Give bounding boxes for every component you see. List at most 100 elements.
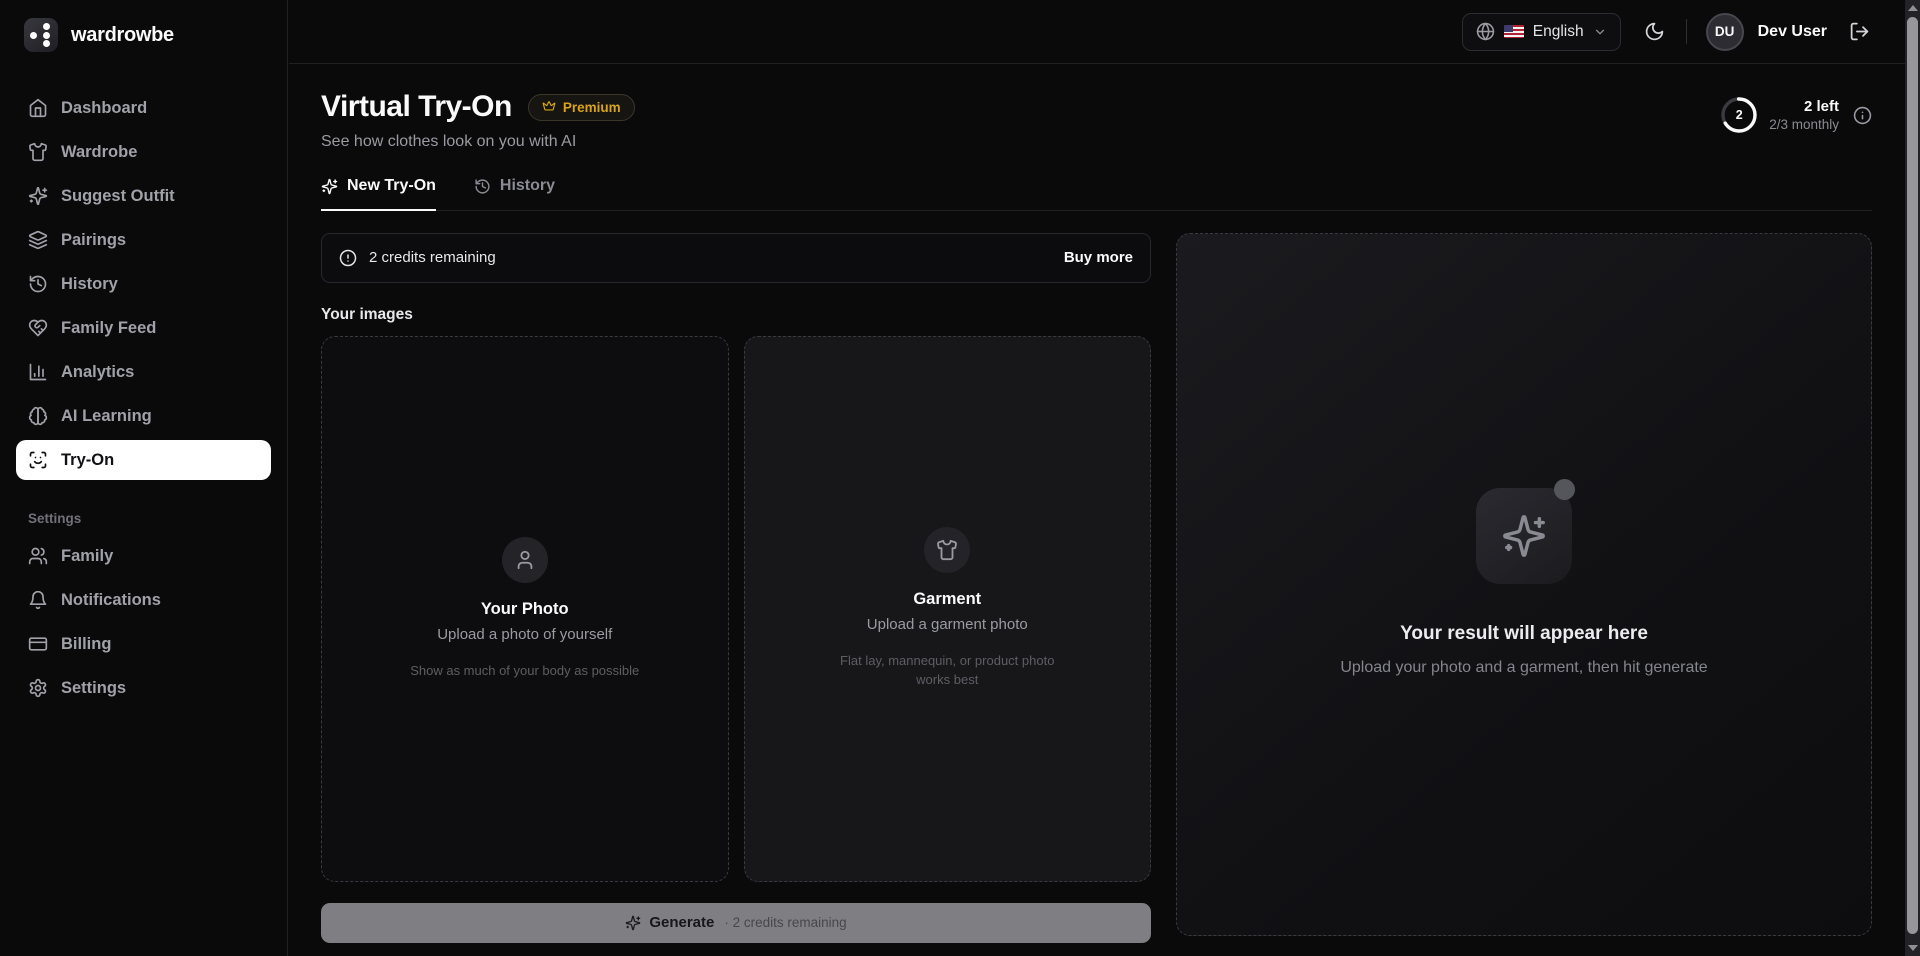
credits-monthly-label: 2/3 monthly <box>1769 117 1839 132</box>
result-placeholder-icon-square <box>1476 488 1572 584</box>
info-icon[interactable] <box>1853 106 1872 125</box>
avatar[interactable]: DU <box>1706 13 1744 51</box>
sidebar-item-label: Dashboard <box>61 99 147 118</box>
sidebar-item-label: Wardrobe <box>61 143 137 162</box>
sidebar-item-ai-learning[interactable]: AI Learning <box>16 396 271 436</box>
crown-icon <box>542 100 556 114</box>
generate-label: Generate <box>649 914 714 931</box>
sidebar-item-label: Suggest Outfit <box>61 187 175 206</box>
sidebar-item-family-feed[interactable]: Family Feed <box>16 308 271 348</box>
columns: 2 credits remaining Buy more Your images… <box>321 233 1872 943</box>
page-title: Virtual Try-On <box>321 90 512 124</box>
heart-handshake-icon <box>28 318 48 338</box>
us-flag-icon <box>1504 25 1524 38</box>
sidebar-item-history[interactable]: History <box>16 264 271 304</box>
sidebar: wardrowbe Dashboard Wardrobe Suggest Out… <box>0 0 288 956</box>
theme-toggle[interactable] <box>1644 21 1665 42</box>
sidebar-item-label: Settings <box>61 679 126 698</box>
garment-dropzone[interactable]: Garment Upload a garment photo Flat lay,… <box>744 336 1152 882</box>
credit-card-icon <box>28 634 48 654</box>
sidebar-item-dashboard[interactable]: Dashboard <box>16 88 271 128</box>
page-head: Virtual Try-On Premium See how clothes l… <box>321 90 1872 151</box>
language-selector[interactable]: English <box>1462 13 1621 51</box>
bell-icon <box>28 590 48 610</box>
sidebar-item-label: Analytics <box>61 363 134 382</box>
sidebar-item-suggest-outfit[interactable]: Suggest Outfit <box>16 176 271 216</box>
generate-button[interactable]: Generate · 2 credits remaining <box>321 903 1151 943</box>
scrollbar-thumb[interactable] <box>1907 17 1918 934</box>
globe-icon <box>1476 22 1495 41</box>
logout-button[interactable] <box>1849 21 1870 42</box>
garment-hint: Flat lay, mannequin, or product photo wo… <box>830 652 1065 690</box>
vertical-scrollbar[interactable] <box>1905 0 1920 956</box>
chevron-down-icon <box>1593 25 1607 39</box>
shirt-icon <box>28 142 48 162</box>
history-icon <box>474 178 491 195</box>
topbar: English DU Dev User <box>289 0 1920 64</box>
person-icon <box>514 549 536 571</box>
result-desc: Upload your photo and a garment, then hi… <box>1340 656 1707 680</box>
generate-credits-suffix: · 2 credits remaining <box>724 915 846 930</box>
sidebar-item-label: Family Feed <box>61 319 156 338</box>
content: Virtual Try-On Premium See how clothes l… <box>289 64 1920 943</box>
result-panel: Your result will appear here Upload your… <box>1176 233 1872 936</box>
garment-title: Garment <box>913 590 981 609</box>
language-label: English <box>1533 23 1584 41</box>
tabs: New Try-On History <box>321 177 1872 211</box>
sparkles-icon <box>321 178 338 195</box>
status-dot <box>1554 479 1575 500</box>
tab-new-try-on[interactable]: New Try-On <box>321 177 436 211</box>
premium-badge: Premium <box>528 94 635 121</box>
sidebar-item-pairings[interactable]: Pairings <box>16 220 271 260</box>
sidebar-item-notifications[interactable]: Notifications <box>16 580 271 620</box>
sidebar-item-billing[interactable]: Billing <box>16 624 271 664</box>
sparkles-icon <box>28 186 48 206</box>
avatar-initials: DU <box>1715 24 1735 39</box>
topbar-divider <box>1686 19 1687 44</box>
sidebar-item-label: Notifications <box>61 591 161 610</box>
brain-icon <box>28 406 48 426</box>
brand-logo-icon <box>24 18 58 52</box>
tab-label: New Try-On <box>347 177 436 195</box>
sparkles-icon <box>625 915 641 931</box>
your-photo-hint: Show as much of your body as possible <box>410 662 639 681</box>
sidebar-item-label: Family <box>61 547 113 566</box>
credits-count: 2 <box>1720 96 1758 134</box>
brand[interactable]: wardrowbe <box>16 15 271 55</box>
your-photo-title: Your Photo <box>481 600 569 619</box>
page-subtitle: See how clothes look on you with AI <box>321 133 635 151</box>
sidebar-item-label: Billing <box>61 635 111 654</box>
users-icon <box>28 546 48 566</box>
sidebar-item-settings[interactable]: Settings <box>16 668 271 708</box>
your-images-title: Your images <box>321 306 1151 324</box>
credits-banner: 2 credits remaining Buy more <box>321 233 1151 283</box>
shirt-icon-circle <box>924 527 970 573</box>
history-icon <box>28 274 48 294</box>
credits-widget: 2 2 left 2/3 monthly <box>1720 96 1872 134</box>
sidebar-item-analytics[interactable]: Analytics <box>16 352 271 392</box>
bar-chart-icon <box>28 362 48 382</box>
person-icon-circle <box>502 537 548 583</box>
credits-progress-ring: 2 <box>1720 96 1758 134</box>
sidebar-item-wardrobe[interactable]: Wardrobe <box>16 132 271 172</box>
buy-more-button[interactable]: Buy more <box>1064 249 1133 266</box>
premium-badge-label: Premium <box>563 100 621 115</box>
upload-boxes: Your Photo Upload a photo of yourself Sh… <box>321 336 1151 882</box>
result-title: Your result will appear here <box>1400 623 1648 645</box>
tab-label: History <box>500 177 555 195</box>
sidebar-item-label: Try-On <box>61 451 114 470</box>
layers-icon <box>28 230 48 250</box>
sidebar-item-label: Pairings <box>61 231 126 250</box>
sidebar-item-try-on[interactable]: Try-On <box>16 440 271 480</box>
your-photo-dropzone[interactable]: Your Photo Upload a photo of yourself Sh… <box>321 336 729 882</box>
shirt-icon <box>936 539 958 561</box>
tab-history[interactable]: History <box>474 177 555 211</box>
scroll-down-icon[interactable] <box>1908 945 1918 951</box>
logout-icon <box>1849 21 1870 42</box>
sidebar-item-family[interactable]: Family <box>16 536 271 576</box>
sidebar-section-settings: Settings <box>16 511 271 526</box>
brand-name: wardrowbe <box>71 24 174 47</box>
gear-icon <box>28 678 48 698</box>
scroll-up-icon[interactable] <box>1908 5 1918 11</box>
garment-desc: Upload a garment photo <box>867 616 1028 633</box>
